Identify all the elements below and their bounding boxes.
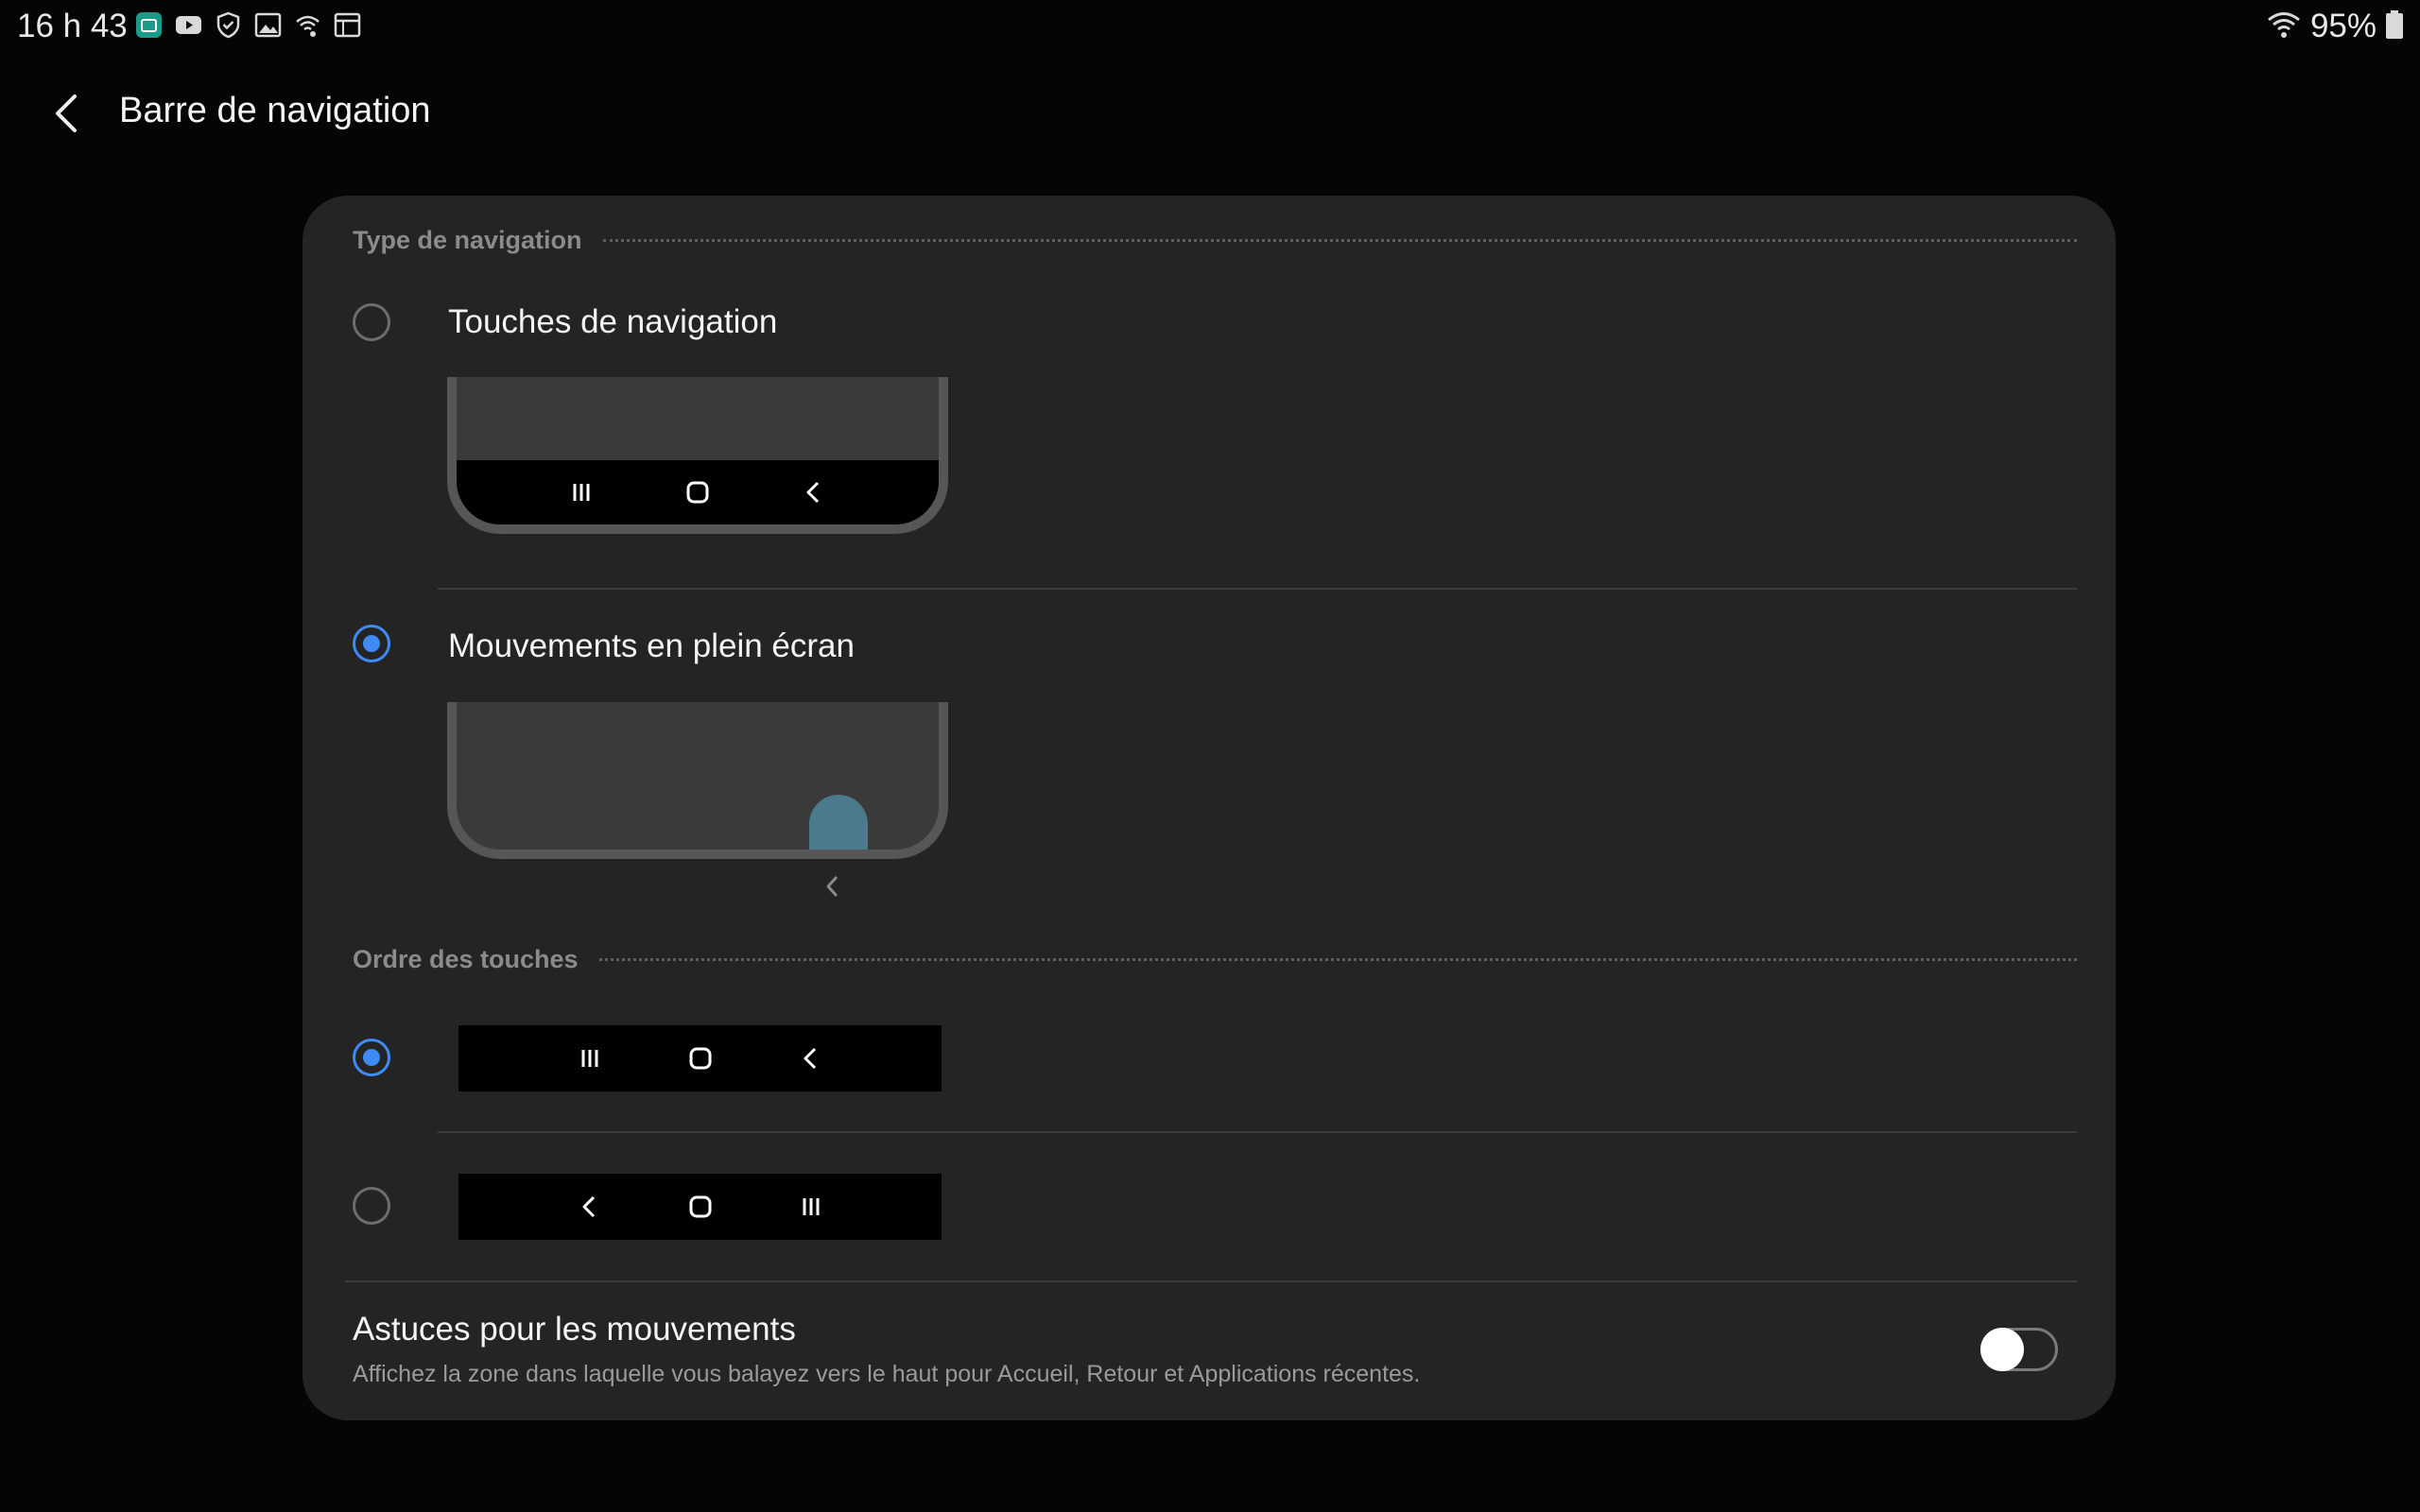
divider <box>345 1280 2077 1282</box>
recents-icon <box>573 1041 607 1075</box>
system-icons: 95% <box>2267 8 2403 45</box>
gallery-icon <box>254 11 282 39</box>
gesture-swipe-indicator <box>809 795 868 850</box>
home-icon <box>683 1190 717 1224</box>
app-header: Barre de navigation <box>0 76 2420 151</box>
gesture-hints-toggle[interactable] <box>1980 1328 2058 1371</box>
button-order-header: Ordre des touches <box>353 945 2077 974</box>
home-icon <box>681 475 715 509</box>
radio-order-back-home-recents[interactable] <box>353 1187 390 1225</box>
option-navigation-buttons-label[interactable]: Touches de navigation <box>448 303 777 341</box>
back-icon <box>797 475 831 509</box>
recents-icon <box>564 475 598 509</box>
calendar-icon <box>135 11 163 39</box>
youtube-icon <box>175 11 202 39</box>
wifi-icon <box>2267 10 2301 43</box>
order-preview-recents-home-back[interactable] <box>458 1025 942 1091</box>
shield-icon <box>215 11 242 39</box>
back-icon <box>794 1041 828 1075</box>
wifi-calling-icon <box>294 11 321 39</box>
preview-navbar <box>457 460 939 524</box>
page-title: Barre de navigation <box>119 91 431 130</box>
navigation-buttons-preview[interactable] <box>447 377 948 534</box>
preview-back-hint-icon <box>824 874 841 903</box>
section-divider <box>598 958 2077 961</box>
divider <box>438 588 2077 590</box>
recents-icon <box>794 1190 828 1224</box>
back-arrow-icon <box>56 94 77 132</box>
gesture-hints-description: Affichez la zone dans laquelle vous bala… <box>353 1361 1421 1387</box>
order-preview-back-home-recents[interactable] <box>458 1174 942 1240</box>
divider <box>438 1131 2077 1133</box>
gesture-hints-title[interactable]: Astuces pour les mouvements <box>353 1311 796 1349</box>
radio-navigation-buttons[interactable] <box>353 303 390 341</box>
radio-full-screen-gestures[interactable] <box>353 625 390 662</box>
notification-icons <box>135 11 361 39</box>
home-icon <box>683 1041 717 1075</box>
back-button[interactable] <box>38 85 95 142</box>
battery-icon <box>2386 9 2403 43</box>
toggle-knob <box>1980 1328 2024 1371</box>
status-bar: 16 h 43 95% <box>0 0 2420 53</box>
section-divider <box>602 239 2077 242</box>
settings-card: Type de navigation Touches de navigation… <box>302 196 2116 1420</box>
radio-order-recents-home-back[interactable] <box>353 1039 390 1076</box>
battery-percent: 95% <box>2309 8 2377 44</box>
option-full-screen-gestures-label[interactable]: Mouvements en plein écran <box>448 627 855 665</box>
navigation-type-header: Type de navigation <box>353 226 2077 255</box>
full-screen-gestures-preview[interactable] <box>447 702 948 859</box>
status-time: 16 h 43 <box>17 8 128 44</box>
news-icon <box>334 11 361 39</box>
section-label: Ordre des touches <box>353 945 579 973</box>
section-label: Type de navigation <box>353 226 582 254</box>
back-icon <box>573 1190 607 1224</box>
